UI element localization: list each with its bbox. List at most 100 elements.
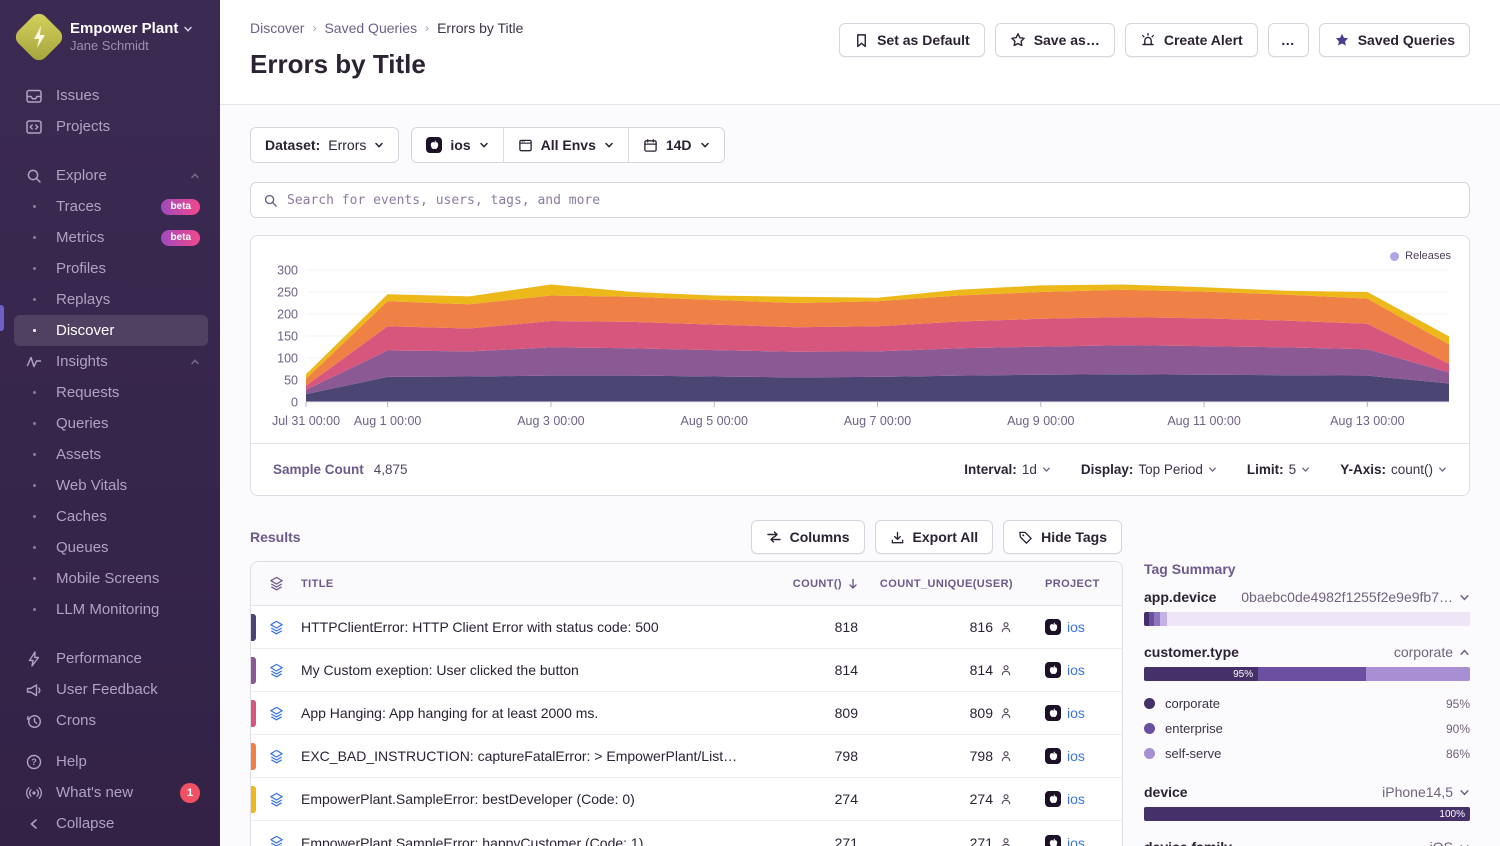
- project-link[interactable]: ios: [1067, 662, 1085, 678]
- sidebar-item-queries[interactable]: Queries: [14, 408, 208, 439]
- sidebar-item-label: Metrics: [56, 229, 104, 246]
- dataset-selector[interactable]: Dataset: Errors: [250, 127, 399, 163]
- saved-queries-button[interactable]: Saved Queries: [1319, 23, 1470, 57]
- sidebar-item-metrics[interactable]: Metricsbeta: [14, 222, 208, 253]
- main-area: Discover › Saved Queries › Errors by Tit…: [220, 0, 1500, 846]
- date-range-filter[interactable]: 14D: [628, 128, 724, 162]
- bullet-dot-icon: [24, 298, 44, 301]
- svg-text:300: 300: [277, 264, 298, 278]
- column-header-count[interactable]: COUNT(): [757, 578, 862, 590]
- chevron-down-icon: [479, 140, 489, 150]
- page-filter-group: ios All Envs 14D: [411, 127, 724, 163]
- breadcrumb-discover[interactable]: Discover: [250, 20, 304, 36]
- tag-summary-heading: Tag Summary: [1144, 561, 1470, 577]
- column-header-project[interactable]: PROJECT: [1017, 578, 1122, 590]
- tag-top-value[interactable]: 0baebc0de4982f1255f2e9e9fb7…: [1241, 589, 1470, 605]
- stack-events-icon[interactable]: [251, 619, 301, 636]
- sidebar-item-help[interactable]: ? Help: [14, 746, 208, 777]
- table-row[interactable]: EXC_BAD_INSTRUCTION: captureFatalError: …: [251, 735, 1122, 778]
- project-link[interactable]: ios: [1067, 619, 1085, 635]
- stack-events-icon[interactable]: [251, 748, 301, 765]
- chart-legend[interactable]: Releases: [1390, 250, 1451, 262]
- error-title[interactable]: EmpowerPlant.SampleError: happyCustomer …: [301, 835, 757, 846]
- sidebar-item-caches[interactable]: Caches: [14, 501, 208, 532]
- error-title[interactable]: EXC_BAD_INSTRUCTION: captureFatalError: …: [301, 748, 757, 764]
- sidebar-item-user-feedback[interactable]: User Feedback: [14, 674, 208, 705]
- save-as-button[interactable]: Save as…: [995, 23, 1115, 57]
- export-all-button[interactable]: Export All: [875, 520, 994, 554]
- more-options-button[interactable]: …: [1268, 23, 1309, 57]
- sidebar-item-whats-new[interactable]: What's new 1: [14, 777, 208, 808]
- sidebar-item-assets[interactable]: Assets: [14, 439, 208, 470]
- tag-top-value[interactable]: iPhone14,5: [1382, 784, 1470, 800]
- error-title[interactable]: HTTPClientError: HTTP Client Error with …: [301, 619, 757, 635]
- tag-top-value[interactable]: corporate: [1394, 644, 1470, 660]
- hide-tags-button[interactable]: Hide Tags: [1003, 520, 1122, 554]
- sidebar-group-explore[interactable]: Explore: [14, 160, 208, 191]
- stack-events-icon[interactable]: [251, 662, 301, 679]
- project-link[interactable]: ios: [1067, 748, 1085, 764]
- tag-top-value[interactable]: iOS: [1430, 839, 1470, 846]
- limit-selector[interactable]: Limit: 5: [1247, 462, 1310, 477]
- tag-distribution-bar[interactable]: 100%: [1144, 807, 1470, 821]
- apple-icon: [1045, 748, 1061, 764]
- sidebar-item-mobile-screens[interactable]: Mobile Screens: [14, 563, 208, 594]
- stack-events-icon[interactable]: [251, 791, 301, 808]
- sidebar-item-label: Discover: [56, 322, 114, 339]
- tag-legend-item[interactable]: self-serve86%: [1144, 741, 1470, 766]
- display-selector[interactable]: Display: Top Period: [1081, 462, 1217, 477]
- table-row[interactable]: My Custom exeption: User clicked the but…: [251, 649, 1122, 692]
- sidebar-item-requests[interactable]: Requests: [14, 377, 208, 408]
- sidebar-item-performance[interactable]: Performance: [14, 643, 208, 674]
- svg-text:150: 150: [277, 330, 298, 344]
- sidebar-collapse-button[interactable]: Collapse: [14, 808, 208, 839]
- environment-filter[interactable]: All Envs: [503, 128, 628, 162]
- sidebar-item-projects[interactable]: Projects: [14, 111, 208, 142]
- sidebar-group-insights[interactable]: Insights: [14, 346, 208, 377]
- search-input[interactable]: [287, 193, 1457, 208]
- column-header-unique[interactable]: COUNT_UNIQUE(USER): [862, 578, 1017, 590]
- sidebar-item-replays[interactable]: Replays: [14, 284, 208, 315]
- table-row[interactable]: App Hanging: App hanging for at least 20…: [251, 692, 1122, 735]
- table-row[interactable]: EmpowerPlant.SampleError: happyCustomer …: [251, 821, 1122, 846]
- error-title[interactable]: My Custom exeption: User clicked the but…: [301, 662, 757, 678]
- interval-selector[interactable]: Interval: 1d: [964, 462, 1051, 477]
- sidebar-item-profiles[interactable]: Profiles: [14, 253, 208, 284]
- sidebar-item-discover[interactable]: Discover: [14, 315, 208, 346]
- tag-legend-item[interactable]: corporate95%: [1144, 691, 1470, 716]
- sidebar-item-llm-monitoring[interactable]: LLM Monitoring: [14, 594, 208, 625]
- sidebar-item-queues[interactable]: Queues: [14, 532, 208, 563]
- stack-events-icon[interactable]: [251, 705, 301, 722]
- project-link[interactable]: ios: [1067, 705, 1085, 721]
- table-header-row: TITLE COUNT() COUNT_UNIQUE(USER) PROJECT: [251, 562, 1122, 606]
- table-row[interactable]: HTTPClientError: HTTP Client Error with …: [251, 606, 1122, 649]
- set-as-default-button[interactable]: Set as Default: [839, 23, 985, 57]
- button-label: Columns: [790, 529, 850, 545]
- tag-name: device.family: [1144, 839, 1232, 846]
- count-value: 818: [757, 619, 862, 635]
- sidebar-item-crons[interactable]: Crons: [14, 705, 208, 736]
- error-title[interactable]: App Hanging: App hanging for at least 20…: [301, 705, 757, 721]
- sidebar-item-issues[interactable]: Issues: [14, 80, 208, 111]
- yaxis-selector[interactable]: Y-Axis: count(): [1340, 462, 1447, 477]
- megaphone-icon: [24, 681, 44, 699]
- column-header-title[interactable]: TITLE: [301, 578, 757, 590]
- breadcrumb-saved-queries[interactable]: Saved Queries: [324, 20, 417, 36]
- project-link[interactable]: ios: [1067, 791, 1085, 807]
- org-switcher[interactable]: Empower Plant Jane Schmidt: [14, 14, 208, 60]
- svg-text:50: 50: [284, 374, 298, 388]
- siren-icon: [1140, 32, 1156, 48]
- create-alert-button[interactable]: Create Alert: [1125, 23, 1258, 57]
- columns-button[interactable]: Columns: [751, 520, 865, 554]
- stack-events-icon[interactable]: [251, 834, 301, 846]
- tag-distribution-bar[interactable]: [1144, 612, 1470, 626]
- bullet-dot-icon: [24, 329, 44, 332]
- project-filter[interactable]: ios: [412, 128, 502, 162]
- tag-legend-item[interactable]: enterprise90%: [1144, 716, 1470, 741]
- table-row[interactable]: EmpowerPlant.SampleError: bestDeveloper …: [251, 778, 1122, 821]
- sidebar-item-traces[interactable]: Tracesbeta: [14, 191, 208, 222]
- error-title[interactable]: EmpowerPlant.SampleError: bestDeveloper …: [301, 791, 757, 807]
- project-link[interactable]: ios: [1067, 835, 1085, 846]
- sidebar-item-web-vitals[interactable]: Web Vitals: [14, 470, 208, 501]
- tag-distribution-bar[interactable]: 95%: [1144, 667, 1470, 681]
